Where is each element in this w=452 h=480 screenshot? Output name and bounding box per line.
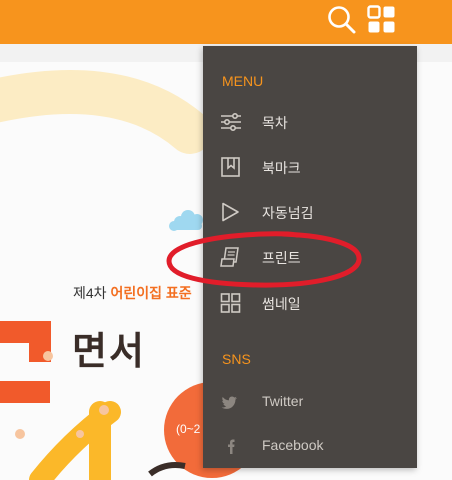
menu-item-contents[interactable]: 목차: [203, 102, 417, 142]
dropdown-menu-panel: MENU 목차 북마크 자동넘김 프린트 썸네일 SNS Twitter Fac…: [203, 46, 417, 468]
sliders-icon: [221, 112, 241, 132]
menu-button[interactable]: [366, 4, 398, 36]
menu-item-label: 북마크: [262, 160, 301, 176]
menu-item-label: 썸네일: [262, 296, 301, 312]
sns-item-twitter[interactable]: Twitter: [203, 382, 417, 422]
menu-item-label: 프린트: [262, 250, 301, 266]
facebook-icon: [228, 439, 235, 454]
sns-item-facebook[interactable]: Facebook: [203, 426, 417, 466]
grid-menu-icon: [367, 5, 395, 33]
menu-item-autoplay[interactable]: 자동넘김: [203, 192, 417, 232]
sns-section-title: SNS: [222, 351, 251, 367]
menu-item-bookmark[interactable]: 북마크: [203, 147, 417, 187]
menu-item-label: 목차: [262, 115, 288, 131]
page-big-title: 면서: [72, 329, 146, 373]
sns-item-label: Facebook: [262, 437, 324, 453]
search-button[interactable]: [326, 4, 358, 36]
search-icon: [328, 6, 356, 34]
print-icon: [220, 247, 239, 267]
thumbnail-grid-icon: [220, 293, 241, 313]
page-subtitle: 제4차 어린이집 표준: [73, 285, 192, 301]
sns-item-label: Twitter: [262, 393, 304, 409]
twitter-icon: [221, 396, 237, 409]
top-bar: [0, 0, 452, 44]
bookmark-icon: [221, 157, 240, 177]
menu-item-thumbnail[interactable]: 썸네일: [203, 283, 417, 323]
menu-section-title: MENU: [222, 73, 264, 89]
menu-item-print[interactable]: 프린트: [203, 237, 417, 277]
menu-item-label: 자동넘김: [262, 205, 314, 221]
age-range-text: (0~2: [176, 422, 201, 436]
play-icon: [222, 202, 239, 222]
